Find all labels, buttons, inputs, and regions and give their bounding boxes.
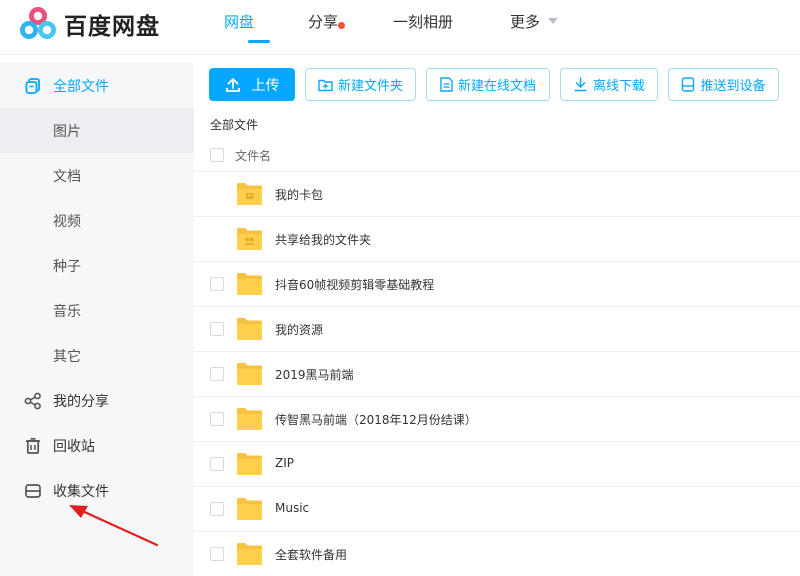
sidebar-item-music[interactable]: 音乐: [0, 288, 194, 333]
offline-download-label: 离线下载: [592, 79, 645, 94]
collect-icon: [24, 482, 42, 500]
file-name[interactable]: 全套软件备用: [275, 546, 347, 563]
notification-dot-icon: [338, 22, 346, 29]
sidebar-item-label: 文档: [53, 168, 81, 185]
row-checkbox[interactable]: [210, 502, 224, 516]
push-to-device-button[interactable]: 推送到设备: [668, 68, 779, 101]
folder-icon: [236, 542, 263, 566]
files-icon: [24, 77, 42, 95]
nav-tab-moment-album[interactable]: 一刻相册: [393, 0, 493, 55]
row-checkbox[interactable]: [210, 547, 224, 561]
folder-icon: [236, 497, 263, 521]
upload-button[interactable]: 上传: [209, 68, 295, 101]
file-list-header: 文件名: [194, 140, 800, 172]
document-icon: [440, 77, 453, 92]
nav-tab-label: 网盘: [224, 13, 255, 31]
share-icon: [24, 392, 42, 410]
chevron-down-icon: [548, 18, 559, 24]
new-folder-icon: [318, 79, 333, 91]
sidebar-item-label: 视频: [53, 213, 81, 230]
sidebar-item-my-shares[interactable]: 我的分享: [0, 378, 194, 423]
file-row[interactable]: 共享给我的文件夹: [194, 217, 800, 262]
file-row[interactable]: 传智黑马前端（2018年12月份结课）: [194, 397, 800, 442]
folder-icon: [236, 272, 263, 296]
nav-tab-label-wrap: 分享: [308, 13, 346, 31]
row-checkbox[interactable]: [210, 457, 224, 471]
file-row[interactable]: 抖音60帧视频剪辑零基础教程: [194, 262, 800, 307]
upload-icon: [225, 77, 240, 92]
file-row[interactable]: 我的资源: [194, 307, 800, 352]
column-header-filename[interactable]: 文件名: [235, 147, 271, 164]
sidebar-item-all-files[interactable]: 全部文件: [0, 63, 194, 108]
sidebar-item-videos[interactable]: 视频: [0, 198, 194, 243]
file-name[interactable]: ZIP: [275, 456, 294, 470]
sidebar-item-documents[interactable]: 文档: [0, 153, 194, 198]
file-name[interactable]: 我的卡包: [275, 186, 323, 203]
nav-tab-label: 一刻相册: [393, 13, 454, 31]
file-name[interactable]: 2019黑马前端: [275, 366, 354, 383]
row-checkbox[interactable]: [210, 277, 224, 291]
sidebar-item-torrents[interactable]: 种子: [0, 243, 194, 288]
sidebar-item-label: 种子: [53, 258, 81, 275]
folder-icon: [236, 407, 263, 431]
annotation-arrow-icon: [69, 505, 159, 547]
file-name[interactable]: 抖音60帧视频剪辑零基础教程: [275, 276, 434, 293]
top-nav: 网盘 分享 一刻相册 更多: [208, 0, 580, 55]
sidebar-item-label: 全部文件: [53, 78, 109, 95]
nav-tab-share[interactable]: 分享: [308, 0, 378, 55]
sidebar-item-label: 收集文件: [53, 483, 109, 500]
sidebar-item-label: 我的分享: [53, 393, 109, 410]
nav-tab-more[interactable]: 更多: [510, 0, 580, 55]
new-online-doc-button[interactable]: 新建在线文档: [426, 68, 550, 101]
file-row[interactable]: 2019黑马前端: [194, 352, 800, 397]
file-row[interactable]: ZIP: [194, 442, 800, 487]
upload-label: 上传: [251, 77, 280, 94]
file-row[interactable]: 我的卡包: [194, 172, 800, 217]
file-name[interactable]: 共享给我的文件夹: [275, 231, 371, 248]
nav-tab-label: 更多: [510, 13, 541, 31]
new-folder-label: 新建文件夹: [337, 79, 403, 94]
app-logo[interactable]: 百度网盘: [18, 6, 168, 42]
sidebar-item-label: 音乐: [53, 303, 81, 320]
sidebar-item-label: 其它: [53, 348, 81, 365]
sidebar-item-others[interactable]: 其它: [0, 333, 194, 378]
card-folder-icon: [236, 182, 263, 206]
row-checkbox[interactable]: [210, 412, 224, 426]
device-icon: [682, 77, 695, 92]
sidebar-item-label: 图片: [53, 123, 81, 140]
file-name[interactable]: 我的资源: [275, 321, 323, 338]
file-name[interactable]: 传智黑马前端（2018年12月份结课）: [275, 411, 477, 428]
folder-icon: [236, 317, 263, 341]
offline-download-button[interactable]: 离线下载: [560, 68, 658, 101]
breadcrumb[interactable]: 全部文件: [210, 116, 258, 133]
push-to-device-label: 推送到设备: [700, 79, 766, 94]
file-row[interactable]: 全套软件备用: [194, 532, 800, 576]
file-row[interactable]: Music: [194, 487, 800, 532]
folder-icon: [236, 452, 263, 476]
sidebar-item-label: 回收站: [53, 438, 95, 455]
new-online-doc-label: 新建在线文档: [457, 79, 536, 94]
nav-tab-label: 分享: [308, 13, 339, 31]
row-checkbox[interactable]: [210, 367, 224, 381]
file-name[interactable]: Music: [275, 501, 309, 515]
app-name: 百度网盘: [64, 14, 160, 40]
nav-tab-netdisk[interactable]: 网盘: [224, 0, 294, 55]
top-header: 百度网盘 网盘 分享 一刻相册 更多: [0, 0, 800, 55]
shared-folder-icon: [236, 227, 263, 251]
new-folder-button[interactable]: 新建文件夹: [305, 68, 416, 101]
row-checkbox[interactable]: [210, 322, 224, 336]
folder-icon: [236, 362, 263, 386]
trash-icon: [24, 437, 42, 455]
sidebar-item-images[interactable]: 图片: [0, 108, 194, 153]
select-all-checkbox[interactable]: [210, 148, 224, 162]
sidebar-item-recycle-bin[interactable]: 回收站: [0, 423, 194, 468]
download-icon: [574, 77, 587, 92]
baidu-netdisk-logo-icon: [18, 6, 58, 42]
